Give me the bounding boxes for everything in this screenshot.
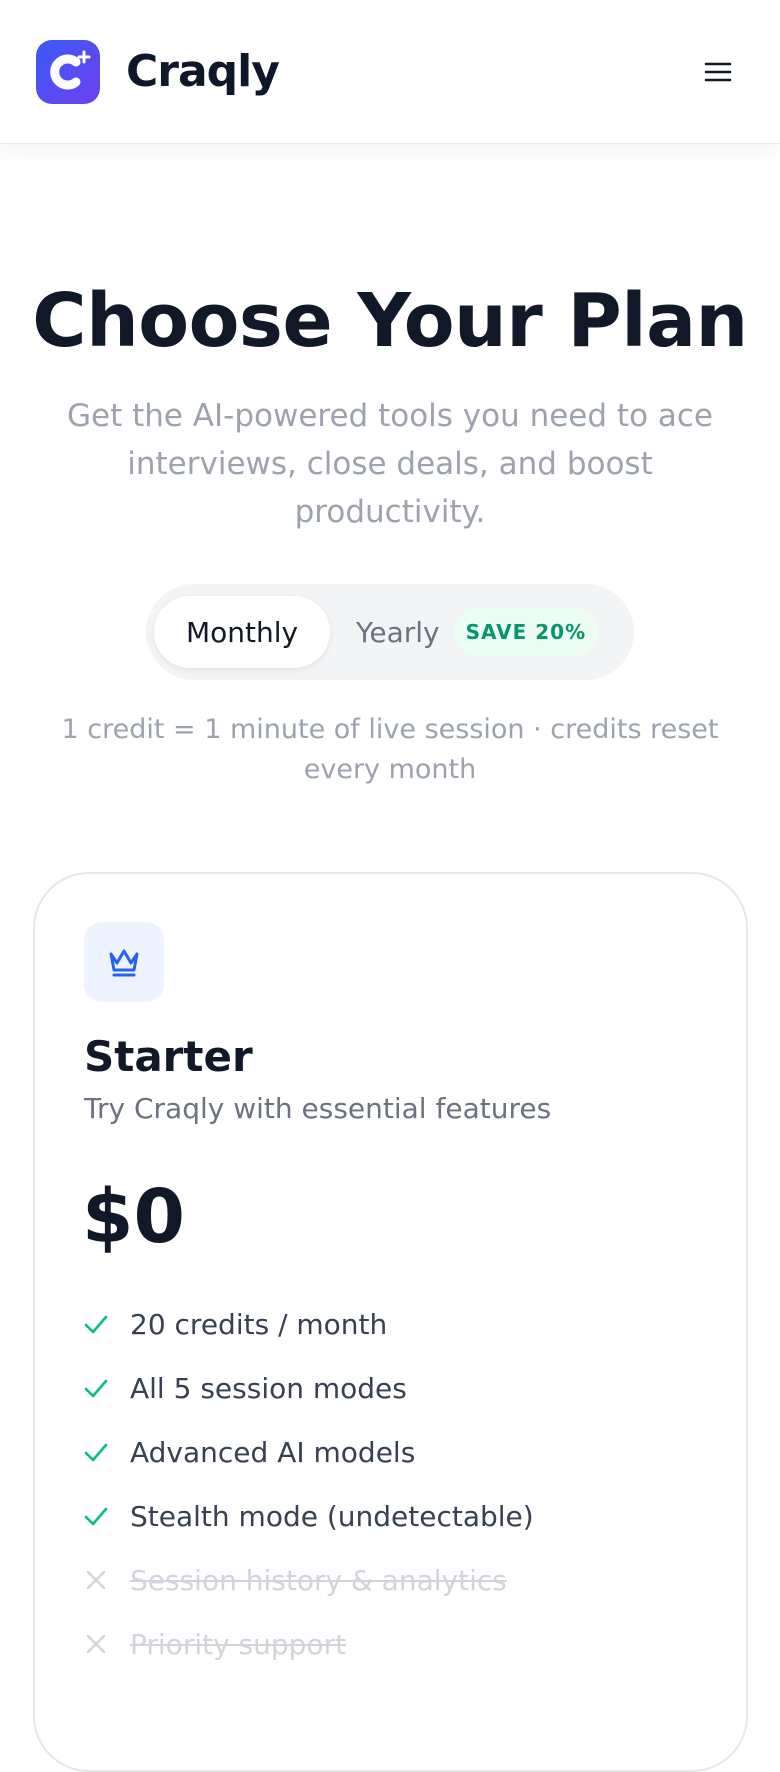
feature-text: Advanced AI models [130,1435,416,1469]
feature-text: Priority support [130,1627,347,1661]
billing-option-yearly[interactable]: Yearly SAVE 20% [356,596,599,668]
plan-card-starter: Starter Try Craqly with essential featur… [33,872,748,1772]
feature-item: All 5 session modes [82,1356,534,1420]
brand-name: Craqly [126,46,280,97]
brand[interactable]: Craqly [36,39,280,104]
check-icon [82,1438,130,1466]
feature-item: 20 credits / month [82,1292,534,1356]
check-icon [82,1310,130,1338]
top-navbar: Craqly [0,0,780,144]
save-badge: SAVE 20% [453,608,599,656]
billing-toggle: Monthly Yearly SAVE 20% [146,584,634,680]
credit-note: 1 credit = 1 minute of live session · cr… [61,714,719,785]
plan-price: $0 [82,1174,185,1260]
crown-icon [84,922,164,1002]
billing-option-monthly[interactable]: Monthly [154,596,330,668]
page-title: Choose Your Plan [32,278,748,364]
feature-item-excluded: Priority support [82,1612,534,1676]
feature-list: 20 credits / month All 5 session modes A… [82,1292,534,1676]
craqly-logo-icon [36,39,100,104]
feature-text: All 5 session modes [130,1371,407,1405]
feature-item-excluded: Session history & analytics [82,1548,534,1612]
feature-text: Session history & analytics [130,1563,507,1597]
x-icon [82,1630,130,1658]
hamburger-menu-icon[interactable] [696,50,740,94]
feature-item: Advanced AI models [82,1420,534,1484]
check-icon [82,1502,130,1530]
x-icon [82,1566,130,1594]
feature-item: Stealth mode (undetectable) [82,1484,534,1548]
feature-text: Stealth mode (undetectable) [130,1499,534,1533]
plan-description: Try Craqly with essential features [84,1092,552,1125]
page-subtitle: Get the AI-powered tools you need to ace… [66,398,714,530]
billing-option-yearly-label: Yearly [356,615,440,649]
check-icon [82,1374,130,1402]
plan-name: Starter [84,1032,253,1081]
feature-text: 20 credits / month [130,1307,388,1341]
